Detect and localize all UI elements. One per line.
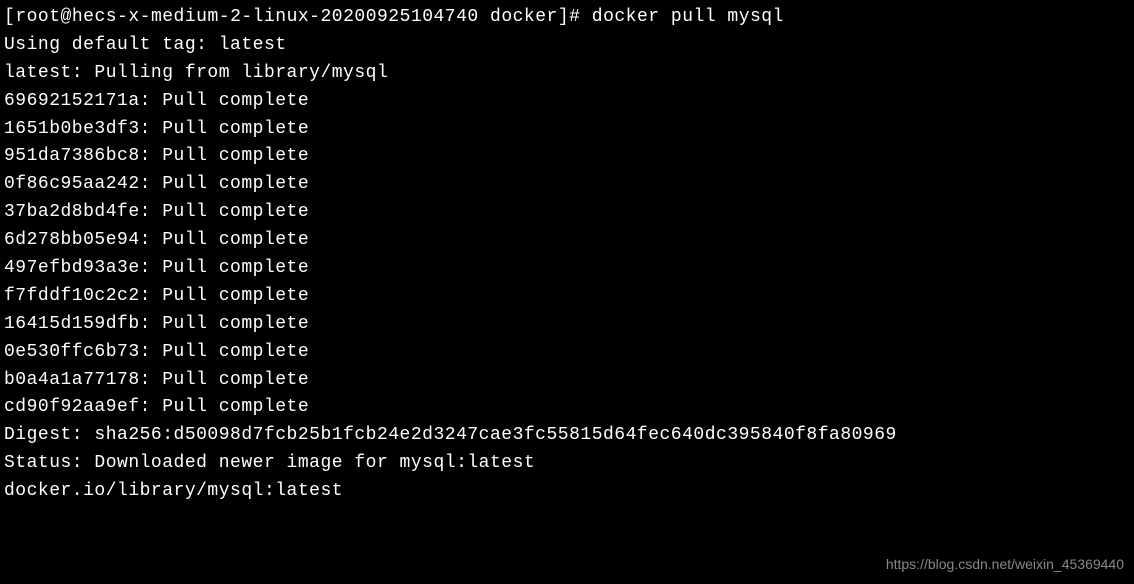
prompt-line: [root@hecs-x-medium-2-linux-202009251047…	[4, 4, 1130, 32]
layer-line-3: 0f86c95aa242: Pull complete	[4, 171, 1130, 199]
image-ref-line: docker.io/library/mysql:latest	[4, 478, 1130, 506]
layer-status: Pull complete	[162, 314, 309, 334]
layer-id: f7fddf10c2c2	[4, 286, 140, 306]
layer-status: Pull complete	[162, 91, 309, 111]
layer-line-6: 497efbd93a3e: Pull complete	[4, 255, 1130, 283]
prompt-close: ]	[558, 7, 569, 27]
layer-status: Pull complete	[162, 119, 309, 139]
layer-id: 69692152171a	[4, 91, 140, 111]
prompt-space	[479, 7, 490, 27]
watermark-text: https://blog.csdn.net/weixin_45369440	[886, 554, 1124, 576]
layer-id: 0e530ffc6b73	[4, 342, 140, 362]
layer-line-5: 6d278bb05e94: Pull complete	[4, 227, 1130, 255]
layer-status: Pull complete	[162, 286, 309, 306]
layer-line-7: f7fddf10c2c2: Pull complete	[4, 283, 1130, 311]
layer-line-11: cd90f92aa9ef: Pull complete	[4, 394, 1130, 422]
prompt-at: @	[61, 7, 72, 27]
tag-line: Using default tag: latest	[4, 32, 1130, 60]
command-text: docker pull mysql	[592, 7, 784, 27]
layer-status: Pull complete	[162, 258, 309, 278]
layer-status: Pull complete	[162, 174, 309, 194]
layer-line-9: 0e530ffc6b73: Pull complete	[4, 339, 1130, 367]
layer-line-1: 1651b0be3df3: Pull complete	[4, 116, 1130, 144]
layer-id: b0a4a1a77178	[4, 370, 140, 390]
status-line: Status: Downloaded newer image for mysql…	[4, 450, 1130, 478]
layer-id: 16415d159dfb	[4, 314, 140, 334]
layer-status: Pull complete	[162, 230, 309, 250]
layer-line-2: 951da7386bc8: Pull complete	[4, 143, 1130, 171]
layer-id: cd90f92aa9ef	[4, 397, 140, 417]
layer-status: Pull complete	[162, 342, 309, 362]
layer-line-10: b0a4a1a77178: Pull complete	[4, 367, 1130, 395]
layer-status: Pull complete	[162, 146, 309, 166]
prompt-cwd: docker	[490, 7, 558, 27]
layer-status: Pull complete	[162, 202, 309, 222]
prompt-symbol: #	[569, 7, 580, 27]
layer-id: 951da7386bc8	[4, 146, 140, 166]
prompt-user: root	[15, 7, 60, 27]
layer-line-8: 16415d159dfb: Pull complete	[4, 311, 1130, 339]
layer-id: 497efbd93a3e	[4, 258, 140, 278]
layer-line-4: 37ba2d8bd4fe: Pull complete	[4, 199, 1130, 227]
layer-id: 0f86c95aa242	[4, 174, 140, 194]
layer-line-0: 69692152171a: Pull complete	[4, 88, 1130, 116]
layer-id: 6d278bb05e94	[4, 230, 140, 250]
prompt-space2	[580, 7, 591, 27]
prompt-open: [	[4, 7, 15, 27]
digest-line: Digest: sha256:d50098d7fcb25b1fcb24e2d32…	[4, 422, 1130, 450]
pulling-line: latest: Pulling from library/mysql	[4, 60, 1130, 88]
layer-status: Pull complete	[162, 370, 309, 390]
layer-status: Pull complete	[162, 397, 309, 417]
prompt-host: hecs-x-medium-2-linux-20200925104740	[72, 7, 479, 27]
layer-id: 37ba2d8bd4fe	[4, 202, 140, 222]
layer-id: 1651b0be3df3	[4, 119, 140, 139]
